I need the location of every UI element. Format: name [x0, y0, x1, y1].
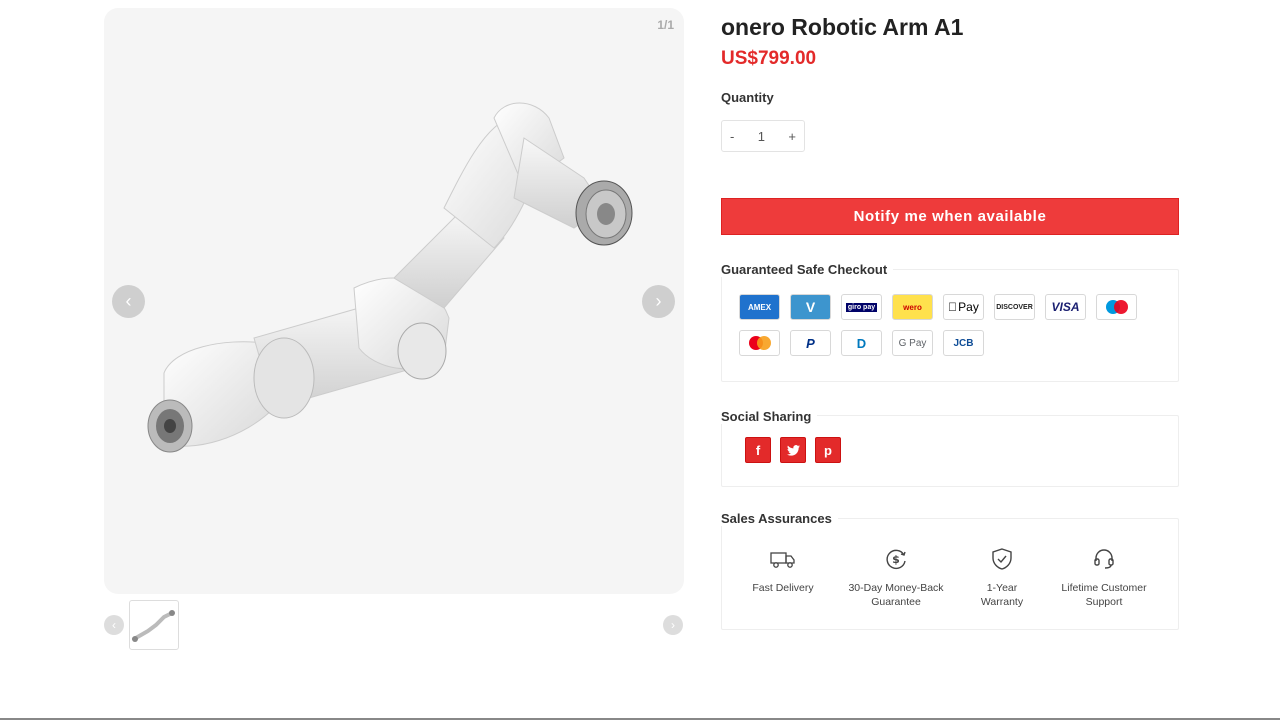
apple-pay-icon: Pay: [943, 294, 984, 320]
facebook-share-button[interactable]: f: [745, 437, 771, 463]
quantity-stepper: - +: [721, 120, 805, 152]
pinterest-share-button[interactable]: p: [815, 437, 841, 463]
quantity-input[interactable]: [746, 128, 777, 144]
quantity-increase-button[interactable]: +: [788, 129, 796, 144]
social-sharing-box: f p: [721, 415, 1179, 487]
money-back-icon: $: [886, 549, 906, 570]
twitter-icon: [786, 444, 800, 456]
gallery-next-button[interactable]: ›: [642, 285, 675, 318]
thumbnail-next-button[interactable]: ›: [663, 615, 683, 635]
wero-icon: wero: [892, 294, 933, 320]
svg-text:$: $: [892, 553, 900, 566]
maestro-circles: [1105, 300, 1128, 314]
quantity-label: Quantity: [721, 90, 774, 105]
maestro-icon: [1096, 294, 1137, 320]
google-pay-icon: G Pay: [892, 330, 933, 356]
thumbnail-image: [132, 610, 175, 642]
fast-delivery-text: Fast Delivery: [752, 582, 814, 594]
payment-methods-box: AMEX V giro pay wero Pay DISCOVER VISA …: [721, 269, 1179, 382]
social-sharing-label: Social Sharing: [721, 409, 818, 424]
sales-assurances-box: Fast Delivery $ 30-Day Money-Back Guaran…: [721, 518, 1179, 630]
image-counter: 1/1: [657, 18, 674, 32]
shield-check-icon: [992, 548, 1012, 570]
venmo-icon: V: [790, 294, 831, 320]
facebook-icon: f: [755, 442, 761, 458]
visa-icon: VISA: [1045, 294, 1086, 320]
assurance-fast-delivery: Fast Delivery: [744, 545, 822, 595]
gallery-prev-button[interactable]: ‹: [112, 285, 145, 318]
assurance-support: Lifetime Customer Support: [1054, 545, 1154, 609]
diners-icon: D: [841, 330, 882, 356]
headset-icon: [1094, 549, 1114, 569]
assurance-money-back: $ 30-Day Money-Back Guarantee: [844, 545, 948, 609]
warranty-text-1: 1-Year: [986, 582, 1018, 594]
amex-icon: AMEX: [739, 294, 780, 320]
quantity-decrease-button[interactable]: -: [730, 129, 734, 144]
product-image-gallery: 1/1 ‹ ›: [104, 8, 684, 594]
sales-assurances-label: Sales Assurances: [721, 511, 838, 526]
twitter-share-button[interactable]: [780, 437, 806, 463]
warranty-text-2: Warranty: [980, 596, 1024, 608]
jcb-icon: JCB: [943, 330, 984, 356]
product-title: onero Robotic Arm A1: [721, 14, 964, 40]
pinterest-icon: p: [824, 442, 832, 458]
mastercard-icon: [739, 330, 780, 356]
thumbnail-item[interactable]: [129, 600, 179, 650]
truck-icon: [770, 552, 795, 568]
support-text-2: Support: [1085, 596, 1123, 608]
notify-me-button[interactable]: Notify me when available: [721, 198, 1179, 235]
support-text-1: Lifetime Customer: [1061, 582, 1147, 594]
discover-icon: DISCOVER: [994, 294, 1035, 320]
thumbnail-strip: ‹ ›: [104, 600, 684, 650]
thumbnail-prev-button[interactable]: ‹: [104, 615, 124, 635]
mastercard-circles: [748, 336, 771, 350]
money-back-text-1: 30-Day Money-Back: [848, 582, 944, 594]
product-price: US$799.00: [721, 48, 817, 69]
paypal-icon: P: [790, 330, 831, 356]
assurance-warranty: 1-Year Warranty: [966, 545, 1038, 609]
robotic-arm-image: [147, 102, 633, 453]
checkout-label: Guaranteed Safe Checkout: [721, 262, 894, 277]
giropay-icon: giro pay: [841, 294, 882, 320]
money-back-text-2: Guarantee: [871, 596, 921, 608]
payment-icons-grid: AMEX V giro pay wero Pay DISCOVER VISA …: [739, 294, 1137, 356]
